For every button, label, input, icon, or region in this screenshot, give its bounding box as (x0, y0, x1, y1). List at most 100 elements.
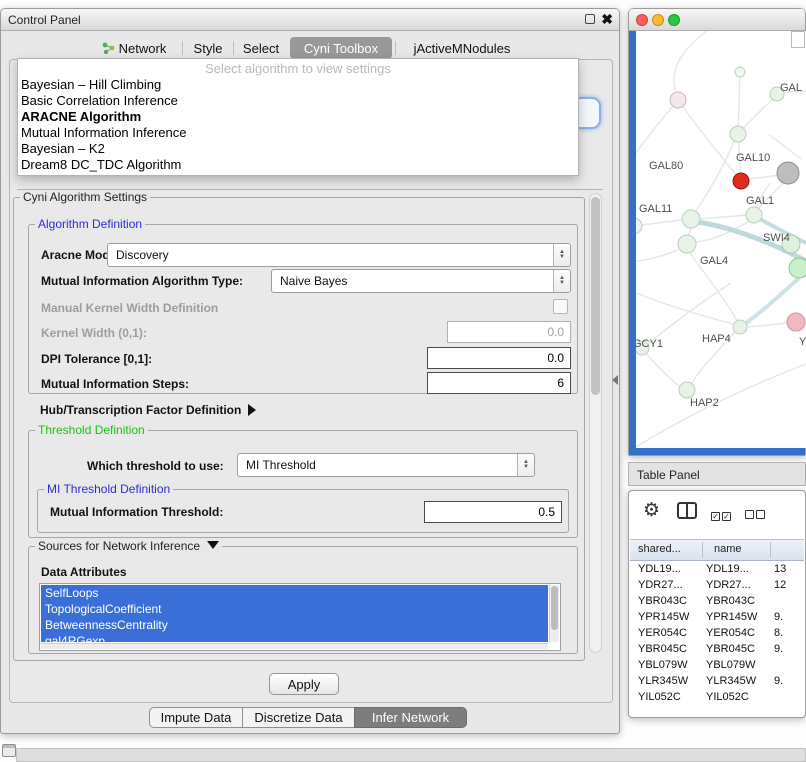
control-panel-titlebar[interactable]: Control Panel ✖ (1, 9, 619, 31)
hub-section-expander[interactable]: Hub/Transcription Factor Definition (40, 403, 256, 417)
network-node[interactable] (678, 235, 696, 253)
algorithm-option[interactable]: Basic Correlation Inference (18, 93, 578, 109)
network-node[interactable] (733, 320, 747, 334)
table-row[interactable]: YBR043CYBR043C (630, 593, 804, 609)
column-divider[interactable] (770, 542, 771, 558)
attribute-item[interactable]: TopologicalCoefficient (41, 601, 548, 617)
network-edge[interactable] (700, 215, 746, 219)
network-node[interactable] (777, 162, 799, 184)
table-cell[interactable]: YPR145W (638, 611, 700, 623)
float-window-icon[interactable] (585, 14, 595, 24)
table-cell[interactable]: YDL19... (706, 563, 766, 575)
network-scrollbar-corner[interactable] (791, 31, 805, 48)
table-cell[interactable]: YDR27... (706, 579, 766, 591)
table-row[interactable]: YLR345W YLR345W 9. (630, 673, 804, 689)
mi-type-select[interactable]: Naive Bayes ▲▼ (271, 269, 571, 293)
minimize-traffic-light[interactable] (652, 14, 664, 26)
network-edge[interactable] (646, 353, 680, 387)
table-row[interactable]: YBR045CYBR045C9. (630, 641, 804, 657)
algorithm-option[interactable]: Dream8 DC_TDC Algorithm (18, 157, 578, 173)
tab-select[interactable]: Select (235, 37, 287, 59)
scrollbar-thumb[interactable] (591, 197, 600, 395)
manual-kernel-checkbox[interactable] (553, 299, 568, 314)
network-edge[interactable] (678, 100, 737, 176)
tab-impute-data[interactable]: Impute Data (149, 707, 243, 728)
mi-steps-input[interactable] (427, 372, 571, 394)
table-row[interactable]: YIL052C YIL052C (630, 689, 804, 705)
network-node[interactable] (735, 67, 745, 77)
attribute-item[interactable]: gal4RGexp (41, 633, 548, 642)
table-cell[interactable]: YIL052C (638, 691, 700, 703)
table-cell[interactable]: YBR045C (638, 643, 700, 655)
table-cell[interactable]: YIL052C (706, 691, 766, 703)
network-node[interactable] (789, 258, 806, 278)
table-cell[interactable]: YPR145W (706, 611, 766, 623)
network-window-titlebar[interactable] (629, 9, 805, 31)
tab-jactivemodules[interactable]: jActiveMNodules (398, 37, 526, 59)
gear-icon[interactable]: ⚙ (643, 499, 660, 522)
network-node[interactable] (682, 210, 700, 228)
attributes-listbox[interactable]: SelfLoopsTopologicalCoefficientBetweenne… (39, 583, 561, 651)
network-edge[interactable] (749, 175, 779, 179)
which-threshold-select[interactable]: MI Threshold ▲▼ (237, 453, 535, 477)
network-node[interactable] (733, 173, 749, 189)
network-edge[interactable] (747, 323, 787, 327)
table-cell[interactable]: 9. (774, 675, 804, 687)
table-row[interactable]: YDR27...YDR27...12 (630, 577, 804, 593)
table-row[interactable]: YER054CYER054C8. (630, 625, 804, 641)
attribute-item[interactable]: BetweennessCentrality (41, 617, 548, 633)
select-all-columns-icon[interactable]: ✓✓ (711, 506, 733, 524)
table-cell[interactable]: YBL079W (638, 659, 700, 671)
table-row[interactable]: YBL079W YBL079W (630, 657, 804, 673)
list-vertical-scrollbar[interactable] (549, 585, 559, 642)
panel-collapse-arrow-icon[interactable] (612, 375, 618, 385)
close-traffic-light[interactable] (636, 14, 648, 26)
close-icon[interactable]: ✖ (601, 12, 613, 26)
network-edge[interactable] (696, 136, 736, 211)
network-edge[interactable] (743, 99, 773, 129)
network-node[interactable] (730, 126, 746, 142)
table-cell[interactable]: YLR345W (638, 675, 700, 687)
table-cell[interactable]: YBL079W (706, 659, 766, 671)
tab-infer-network[interactable]: Infer Network (354, 707, 467, 728)
mi-threshold-input[interactable] (424, 501, 562, 523)
column-header-name[interactable]: name (714, 543, 742, 555)
tab-discretize-data[interactable]: Discretize Data (242, 707, 355, 728)
table-row[interactable]: YDL19...YDL19...13 (630, 561, 804, 577)
kernel-width-input[interactable] (447, 321, 571, 343)
table-cell[interactable]: YBR043C (638, 595, 700, 607)
network-node[interactable] (670, 92, 686, 108)
table-panel-header[interactable]: Table Panel (628, 462, 806, 486)
network-edge[interactable] (636, 364, 806, 447)
dpi-tolerance-input[interactable] (427, 347, 571, 369)
column-divider[interactable] (702, 542, 703, 558)
deselect-all-columns-icon[interactable] (745, 506, 767, 524)
table-cell[interactable]: YER054C (706, 627, 766, 639)
attribute-item[interactable]: SelfLoops (41, 585, 548, 601)
network-edge[interactable] (636, 293, 733, 324)
algorithm-option[interactable]: Mutual Information Inference (18, 125, 578, 141)
network-edge[interactable] (769, 135, 801, 159)
algorithm-option[interactable]: Bayesian – Hill Climbing (18, 77, 578, 93)
minimized-window-icon[interactable] (2, 744, 16, 757)
zoom-traffic-light[interactable] (668, 14, 680, 26)
columns-icon[interactable] (677, 502, 697, 519)
table-cell[interactable]: 8. (774, 627, 804, 639)
settings-scrollbar[interactable] (589, 193, 602, 653)
network-edge[interactable] (674, 31, 712, 92)
table-row[interactable]: YPR145W YPR145W 9. (630, 609, 804, 625)
apply-button[interactable]: Apply (269, 673, 339, 695)
table-cell[interactable]: 9. (774, 643, 804, 655)
table-header[interactable]: shared... name (630, 539, 804, 561)
table-cell[interactable]: YLR345W (706, 675, 766, 687)
network-node[interactable] (636, 218, 642, 234)
network-node[interactable] (746, 207, 762, 223)
tab-cyni-toolbox[interactable]: Cyni Toolbox (290, 37, 392, 59)
network-edge[interactable] (636, 107, 672, 153)
network-node[interactable] (679, 382, 695, 398)
table-cell[interactable]: 9. (774, 611, 804, 623)
table-cell[interactable]: YDR27... (638, 579, 700, 591)
aracne-mode-select[interactable]: Discovery ▲▼ (107, 243, 571, 267)
table-cell[interactable]: YDL19... (638, 563, 700, 575)
algorithm-option[interactable]: ARACNE Algorithm (18, 109, 578, 125)
